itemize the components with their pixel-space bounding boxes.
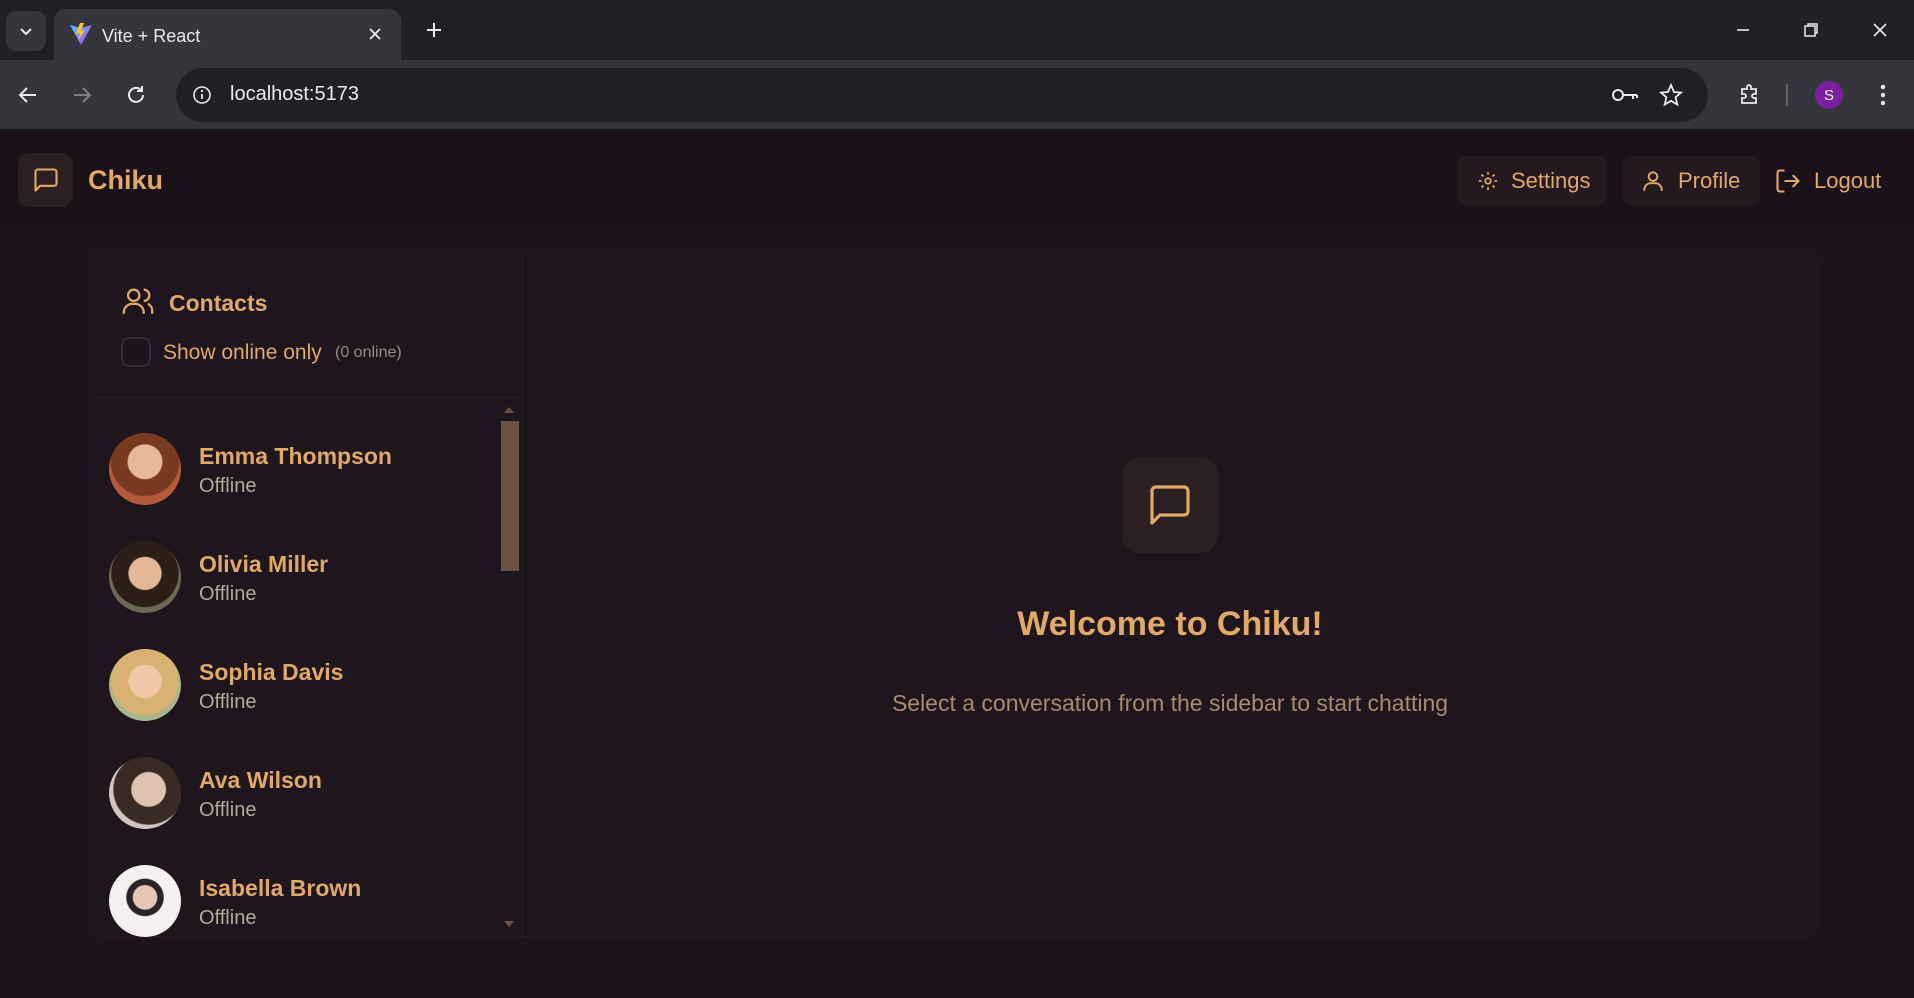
brand-name[interactable]: Chiku (88, 165, 163, 196)
gear-icon (1478, 171, 1498, 191)
contact-item[interactable]: Sophia Davis Offline (91, 633, 501, 741)
scroll-down-arrow-icon[interactable] (503, 920, 515, 930)
site-info-button[interactable] (188, 81, 216, 109)
tab-title: Vite + React (102, 26, 201, 46)
online-count: (0 online) (335, 344, 402, 361)
contact-item[interactable]: Emma Thompson Offline (91, 417, 501, 525)
sidebar-header: Contacts Show online only (0 online) (91, 252, 523, 398)
logout-label: Logout (1814, 168, 1882, 193)
avatar (109, 757, 181, 829)
online-only-checkbox[interactable] (121, 337, 151, 367)
more-vertical-icon (1880, 84, 1886, 106)
welcome-subtitle: Select a conversation from the sidebar t… (891, 690, 1449, 716)
forward-button[interactable] (64, 77, 100, 113)
browser-tab-bar: Vite + React (0, 0, 1914, 60)
avatar (109, 433, 181, 505)
chat-container: Contacts Show online only (0 online) Emm… (90, 251, 1818, 938)
back-button[interactable] (10, 77, 46, 113)
contacts-title: Contacts (169, 290, 268, 316)
browser-menu-button[interactable] (1868, 77, 1898, 113)
new-tab-button[interactable] (418, 14, 450, 46)
message-square-icon (33, 168, 58, 192)
minimize-icon (1737, 29, 1749, 31)
logout-icon (1776, 169, 1800, 193)
reload-button[interactable] (118, 77, 154, 113)
contact-status: Offline (199, 691, 257, 713)
user-icon (1643, 171, 1663, 191)
browser-tab[interactable]: Vite + React (54, 9, 401, 60)
browser-profile-avatar[interactable]: S (1815, 81, 1843, 109)
contact-status: Offline (199, 799, 257, 821)
toolbar-divider (1786, 84, 1788, 106)
settings-label: Settings (1511, 168, 1591, 193)
password-manager-button[interactable] (1610, 81, 1640, 109)
arrow-left-icon (18, 87, 36, 103)
minimize-button[interactable] (1723, 10, 1763, 50)
url-text[interactable]: localhost:5173 (230, 83, 359, 106)
reload-icon (128, 86, 144, 103)
restore-button[interactable] (1791, 10, 1831, 50)
welcome-title: Welcome to Chiku! (1017, 605, 1323, 643)
close-window-button[interactable] (1860, 10, 1900, 50)
profile-button[interactable]: Profile (1622, 156, 1760, 206)
contact-list: Emma Thompson Offline Olivia Miller Offl… (91, 399, 523, 938)
browser-toolbar: localhost:5173 S (0, 60, 1914, 130)
plus-icon (427, 23, 441, 37)
contact-name: Isabella Brown (199, 875, 362, 901)
restore-icon (1804, 23, 1818, 37)
logout-button[interactable]: Logout (1770, 156, 1914, 206)
scrollbar-thumb[interactable] (501, 421, 519, 571)
contact-status: Offline (199, 907, 257, 929)
app-header: Chiku Settings Profile Logout (0, 131, 1914, 226)
welcome-icon-box (1122, 457, 1218, 553)
contact-status: Offline (199, 583, 257, 605)
contact-name: Emma Thompson (199, 443, 392, 469)
settings-button[interactable]: Settings (1457, 156, 1607, 206)
close-icon (369, 28, 381, 40)
online-only-label[interactable]: Show online only (163, 341, 322, 365)
contact-name: Olivia Miller (199, 551, 329, 577)
contact-item[interactable]: Isabella Brown Offline (91, 849, 501, 938)
app-logo[interactable] (18, 153, 73, 207)
puzzle-icon (1741, 84, 1757, 104)
message-square-icon (1150, 485, 1190, 525)
extensions-button[interactable] (1732, 76, 1768, 112)
avatar (109, 865, 181, 937)
close-icon (1873, 23, 1887, 37)
contact-name: Sophia Davis (199, 659, 344, 685)
info-icon (193, 86, 211, 104)
arrow-right-icon (74, 87, 92, 103)
address-bar[interactable]: localhost:5173 (176, 68, 1708, 122)
avatar (109, 541, 181, 613)
chevron-down-icon (20, 28, 32, 36)
contacts-sidebar: Contacts Show online only (0 online) Emm… (91, 252, 523, 938)
tab-list-button[interactable] (6, 11, 46, 51)
key-icon (1612, 89, 1638, 101)
contact-name: Ava Wilson (199, 767, 322, 793)
vite-logo-icon (70, 23, 92, 45)
contact-item[interactable]: Ava Wilson Offline (91, 741, 501, 849)
tab-close-button[interactable] (363, 22, 387, 46)
contact-item[interactable]: Olivia Miller Offline (91, 525, 501, 633)
contact-status: Offline (199, 475, 257, 497)
avatar (109, 649, 181, 721)
users-icon (122, 288, 154, 314)
star-icon (1659, 83, 1683, 107)
profile-label: Profile (1678, 168, 1741, 193)
scroll-up-arrow-icon[interactable] (503, 404, 515, 414)
bookmark-button[interactable] (1656, 81, 1686, 109)
